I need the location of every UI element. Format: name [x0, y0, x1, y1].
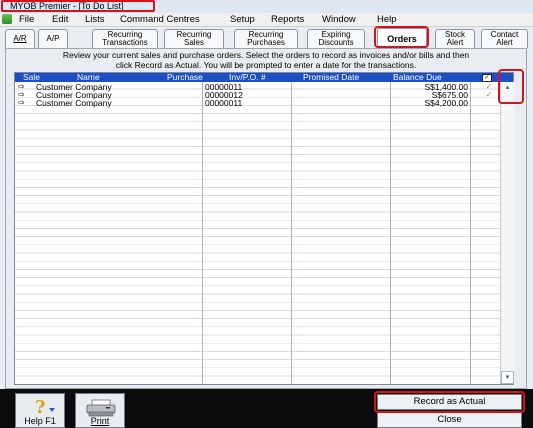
col-name[interactable]: Name	[77, 73, 100, 82]
table-row[interactable]: ⇨ Customer Company 00000011 S$4,200.00	[15, 98, 499, 108]
title-bar: MYOB Premier - [To Do List]	[0, 0, 533, 13]
checkbox-check-icon: ✓	[482, 73, 492, 82]
col-balance-due[interactable]: Balance Due	[393, 73, 442, 82]
tab-stock-alert[interactable]: Stock Alert	[435, 29, 475, 48]
tab-label-line2: Sales	[183, 38, 204, 47]
row-check-icon[interactable]: ✓	[484, 91, 494, 99]
row-balance: S$4,200.00	[424, 98, 468, 108]
tab-recurring-transactions[interactable]: Recurring Transactions	[92, 29, 158, 48]
help-button[interactable]: ? Help F1	[15, 393, 65, 428]
row-inv: 00000011	[205, 98, 243, 108]
col-divider	[390, 82, 391, 384]
tab-label-line2: Purchases	[247, 38, 285, 47]
instructions-line2: click Record as Actual. You will be prom…	[115, 59, 417, 70]
table-scrollbar[interactable]: ▴ ▾	[500, 82, 514, 384]
help-button-label: Help F1	[24, 416, 56, 426]
tab-strip: A/R A/P Recurring Transactions Recurring…	[0, 27, 533, 49]
tab-expiring-discounts[interactable]: Expiring Discounts	[307, 29, 365, 48]
menu-file[interactable]: File	[19, 14, 34, 25]
print-button-label: Print	[90, 416, 110, 426]
tab-label-line2: Transactions	[102, 38, 148, 47]
row-name: Customer Company	[36, 98, 112, 108]
orders-table: Sale Name Purchase Inv/P.O. # Promised D…	[14, 72, 514, 385]
instructions: Review your current sales and purchase o…	[16, 50, 516, 70]
title-highlight	[1, 0, 155, 12]
col-sale[interactable]: Sale	[23, 73, 40, 82]
tab-recurring-purchases[interactable]: Recurring Purchases	[234, 29, 298, 48]
tab-label-line2: Alert	[496, 38, 513, 47]
record-button-highlight	[374, 391, 525, 413]
col-inv-po[interactable]: Inv/P.O. #	[229, 73, 266, 82]
tab-label-line2: Discounts	[318, 38, 354, 47]
col-promised-date[interactable]: Promised Date	[303, 73, 359, 82]
tab-ar[interactable]: A/R	[5, 29, 35, 48]
tab-contact-alert[interactable]: Contact Alert	[481, 29, 528, 48]
menu-command-centres[interactable]: Command Centres	[120, 14, 200, 25]
menu-edit[interactable]: Edit	[52, 14, 68, 25]
tab-label-line2: Alert	[446, 38, 464, 47]
tab-ap-label: A/P	[46, 33, 60, 43]
tab-recurring-sales[interactable]: Recurring Sales	[164, 29, 224, 48]
printer-icon	[86, 399, 116, 417]
tab-ap[interactable]: A/P	[38, 29, 68, 48]
menu-lists[interactable]: Lists	[85, 14, 105, 25]
select-all-checkbox[interactable]: ✓	[480, 73, 494, 82]
col-divider	[291, 82, 292, 384]
checkbox-column-highlight	[498, 69, 524, 104]
menu-bar: File Edit Lists Command Centres Setup Re…	[0, 13, 533, 27]
orders-tab-highlight	[374, 26, 429, 48]
app-icon[interactable]	[2, 14, 12, 24]
myob-window: MYOB Premier - [To Do List] File Edit Li…	[0, 0, 533, 428]
tab-ar-label: A/R	[13, 33, 27, 43]
row-check-icon[interactable]: ✓	[484, 83, 494, 91]
menu-reports[interactable]: Reports	[271, 14, 304, 25]
print-button[interactable]: Print	[75, 393, 125, 428]
col-divider	[470, 82, 471, 384]
menu-help[interactable]: Help	[377, 14, 397, 25]
menu-window[interactable]: Window	[322, 14, 356, 25]
table-header: Sale Name Purchase Inv/P.O. # Promised D…	[15, 73, 513, 82]
help-dropdown-icon	[49, 408, 55, 412]
close-button[interactable]: Close	[377, 412, 522, 428]
row-arrow-icon[interactable]: ⇨	[18, 99, 25, 107]
col-divider	[202, 82, 203, 384]
help-question-icon: ?	[35, 397, 46, 418]
menu-setup[interactable]: Setup	[230, 14, 255, 25]
scroll-down-icon[interactable]: ▾	[501, 371, 514, 384]
col-purchase[interactable]: Purchase	[167, 73, 203, 82]
